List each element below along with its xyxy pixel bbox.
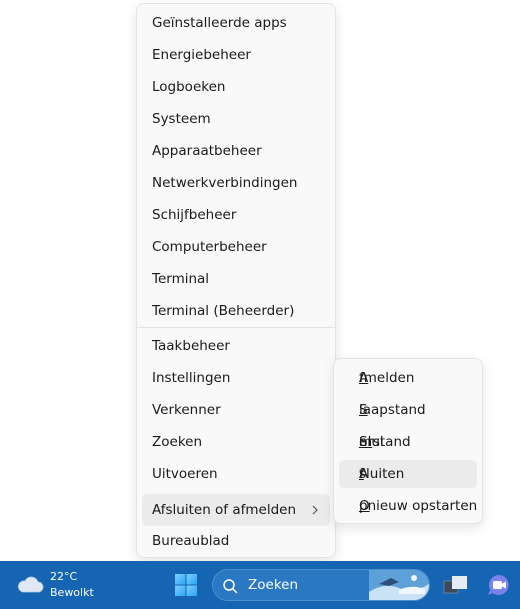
menu-item-search[interactable]: Zoeken (152, 426, 202, 458)
cloud-icon[interactable] (16, 574, 44, 594)
menu-item-device-manager[interactable]: Apparaatbeheer (152, 135, 262, 167)
menu-item-disk-management[interactable]: Schijfbeheer (152, 199, 236, 231)
menu-item-network-connections[interactable]: Netwerkverbindingen (152, 167, 297, 199)
menu-item-settings[interactable]: Instellingen (152, 362, 230, 394)
menu-item-desktop[interactable]: Bureaublad (152, 525, 229, 557)
menu-item-power-options[interactable]: Energiebeheer (152, 39, 251, 71)
chevron-right-icon (312, 505, 318, 515)
menu-item-system[interactable]: Systeem (152, 103, 211, 135)
menu-item-installed-apps[interactable]: Geïnstalleerde apps (152, 7, 287, 39)
menu-separator (137, 327, 335, 328)
taskbar-search-box[interactable]: Zoeken (212, 569, 430, 601)
menu-item-run[interactable]: Uitvoeren (152, 458, 218, 490)
windows-start-icon[interactable] (174, 573, 198, 597)
menu-item-shutdown-or-sign-out[interactable]: Afsluiten of afmelden (142, 494, 330, 526)
shutdown-submenu: Afmelden Slaapstand Slui m erstand Af sluit… (333, 358, 483, 524)
power-user-menu: Geïnstalleerde apps Energiebeheer Logboe… (136, 3, 336, 558)
submenu-item-shut-down[interactable]: Af sluiten (339, 460, 477, 488)
menu-item-terminal-admin[interactable]: Terminal (Beheerder) (152, 295, 294, 327)
search-placeholder: Zoeken (248, 577, 299, 593)
menu-item-label: Afsluiten of afmelden (152, 502, 297, 518)
teams-chat-icon[interactable] (486, 573, 512, 597)
search-icon (223, 579, 238, 594)
taskbar: 22°C Bewolkt Zoeken (0, 561, 520, 609)
submenu-item-sleep[interactable]: Slaapstand (339, 396, 477, 424)
weather-temperature[interactable]: 22°C (50, 570, 77, 583)
submenu-item-sign-out[interactable]: Afmelden (339, 364, 477, 392)
menu-item-task-manager[interactable]: Taakbeheer (152, 330, 230, 362)
submenu-item-restart[interactable]: Opnieuw opstarten (339, 492, 477, 520)
menu-item-terminal[interactable]: Terminal (152, 263, 209, 295)
menu-item-event-viewer[interactable]: Logboeken (152, 71, 225, 103)
task-view-icon[interactable] (443, 573, 469, 597)
menu-item-computer-management[interactable]: Computerbeheer (152, 231, 267, 263)
search-highlight-icon (369, 570, 429, 600)
submenu-item-hibernate[interactable]: Slui m erstand (339, 428, 477, 456)
menu-item-file-explorer[interactable]: Verkenner (152, 394, 221, 426)
weather-condition[interactable]: Bewolkt (50, 586, 94, 599)
